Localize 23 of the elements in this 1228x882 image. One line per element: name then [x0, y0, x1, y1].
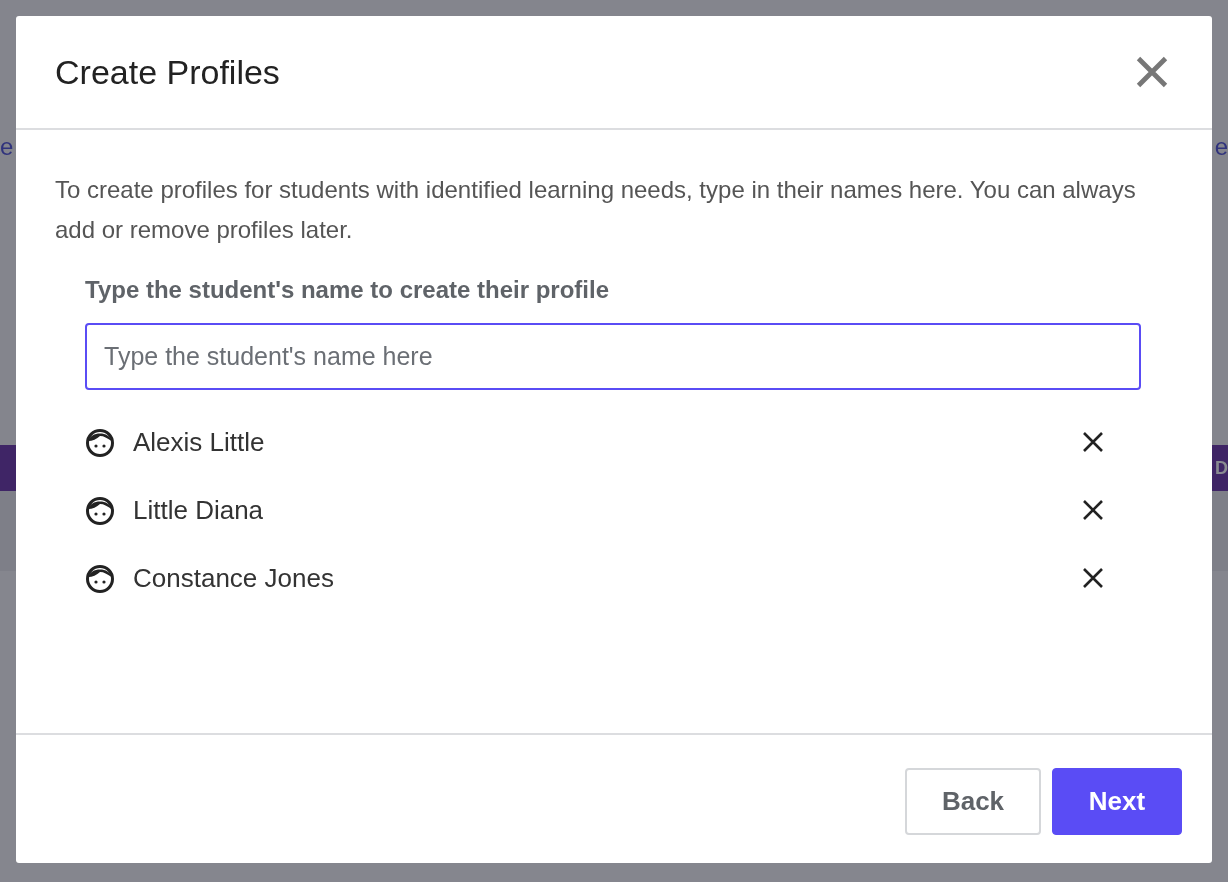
child-face-icon [85, 563, 115, 593]
field-label: Type the student's name to create their profile [85, 275, 611, 305]
background-text: e [1214, 132, 1228, 162]
child-face-icon [85, 495, 115, 525]
remove-button[interactable] [1081, 498, 1105, 522]
remove-button[interactable] [1081, 430, 1105, 454]
banner-text: D [1215, 456, 1228, 480]
name-input-field[interactable]: Type the student's name here [85, 323, 1141, 390]
intro-text: To create profiles for students with identified learning needs, type in their names here. You can always add or remove profiles later. [55, 175, 1137, 245]
dialog-title: Create Profiles [55, 51, 280, 93]
remove-button[interactable] [1081, 566, 1105, 590]
student-name: Constance Jones [133, 561, 335, 595]
next-button[interactable]: Next [1052, 767, 1182, 835]
back-button[interactable]: Back [905, 767, 1041, 835]
close-icon [1081, 430, 1105, 454]
student-name: Little Diana [133, 493, 265, 527]
child-face-icon [85, 427, 115, 457]
close-icon [1134, 54, 1170, 90]
close-icon [1081, 498, 1105, 522]
background-text: e [0, 132, 14, 162]
close-icon [1081, 566, 1105, 590]
student-name: Alexis Little [133, 425, 266, 459]
close-button[interactable] [1134, 54, 1170, 90]
